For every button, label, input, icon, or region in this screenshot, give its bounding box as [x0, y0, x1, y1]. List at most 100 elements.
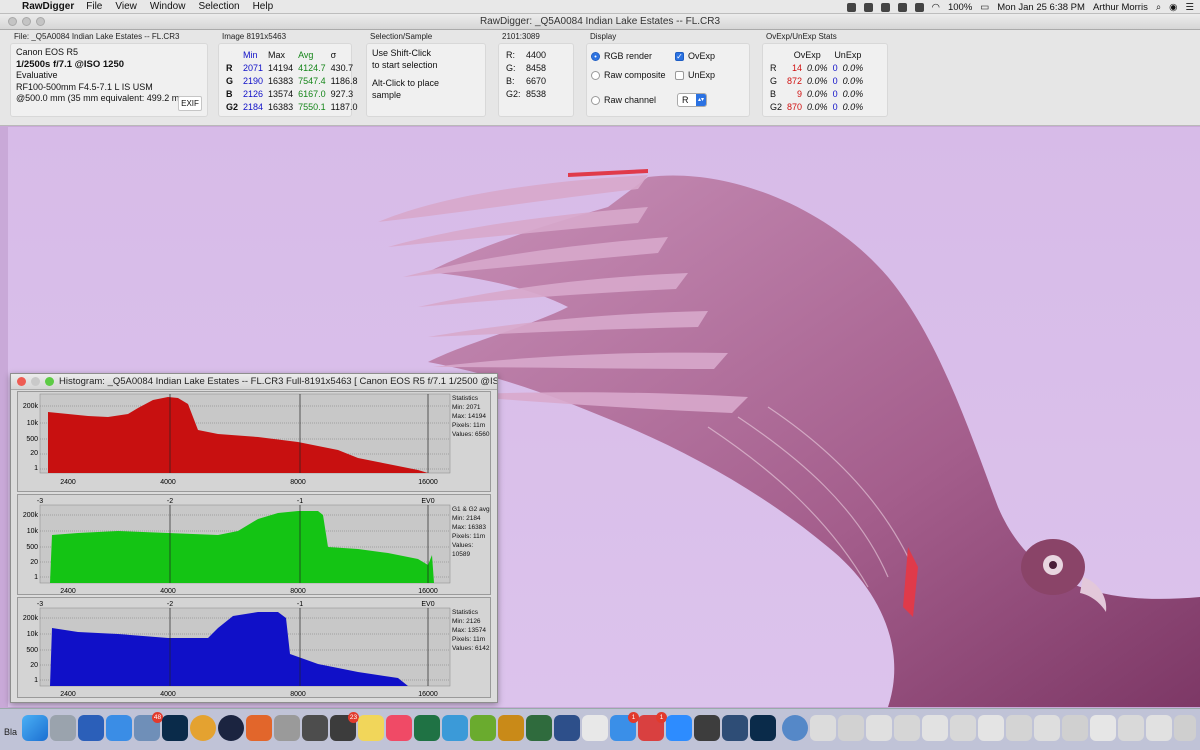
- exif-button[interactable]: EXIF: [178, 96, 202, 111]
- display-group: Display RGB render Raw composite Raw cha…: [586, 30, 750, 117]
- notification-center-icon[interactable]: ☰: [1185, 2, 1194, 13]
- histogram-red-stats: Statistics Min: 2071 Max: 14194 Pixels: …: [452, 395, 490, 438]
- music-icon[interactable]: [386, 715, 412, 741]
- radio-icon[interactable]: [591, 96, 600, 106]
- tray-icon-2[interactable]: [863, 2, 873, 12]
- histogram-green-svg: -3 -2 -1 EV0 200k 10k 500 20 1 2400 4000…: [23, 498, 451, 595]
- raw-channel-radio[interactable]: Raw channel: [591, 95, 656, 107]
- display-box: RGB render Raw composite Raw channel ✓ Ov…: [586, 43, 750, 117]
- menu-window[interactable]: Window: [150, 1, 186, 12]
- app-icon[interactable]: [554, 715, 580, 741]
- photoshop-icon[interactable]: [162, 715, 188, 741]
- window-thumbnail[interactable]: [922, 715, 948, 741]
- menu-app-name[interactable]: RawDigger: [22, 1, 74, 12]
- menu-help[interactable]: Help: [253, 1, 274, 12]
- minimize-histogram-icon[interactable]: [31, 377, 40, 386]
- excel-icon[interactable]: [414, 715, 440, 741]
- chevron-updown-icon: ▴▾: [696, 94, 706, 106]
- unexp-checkbox[interactable]: UnExp: [675, 70, 715, 82]
- ovexp-stats-group: OvExp/UnExp Stats OvExp UnExp R 14 0.0% 0 0.…: [762, 30, 888, 117]
- notes-icon[interactable]: [358, 715, 384, 741]
- trash-icon[interactable]: [1174, 715, 1196, 741]
- window-thumbnail[interactable]: [1034, 715, 1060, 741]
- app-icon[interactable]: [442, 715, 468, 741]
- app-icon[interactable]: [498, 715, 524, 741]
- minimize-window-icon[interactable]: [22, 17, 31, 26]
- zoom-window-icon[interactable]: [36, 17, 45, 26]
- app-icon[interactable]: [526, 715, 552, 741]
- zoom-app-icon[interactable]: [666, 715, 692, 741]
- ovexp-stats-box: OvExp UnExp R 14 0.0% 0 0.0% G 872 0.0% 0 0.0% B…: [762, 43, 888, 117]
- wifi-icon[interactable]: ◠: [932, 2, 940, 13]
- zoom-histogram-icon[interactable]: [45, 377, 54, 386]
- window-thumbnail[interactable]: [1006, 715, 1032, 741]
- app-store-icon[interactable]: 1: [610, 712, 639, 741]
- ovexp-checkbox[interactable]: ✓ OvExp: [675, 51, 715, 63]
- selection-hint: Use Shift-Click: [372, 48, 432, 58]
- photoshop-icon[interactable]: [750, 715, 776, 741]
- window-thumbnail[interactable]: [1118, 715, 1144, 741]
- y-tick: 200k: [23, 512, 39, 519]
- table-row: R 14 0.0% 0 0.0%: [770, 63, 864, 73]
- rgb-render-radio[interactable]: RGB render: [591, 51, 652, 63]
- window-thumbnail[interactable]: [894, 715, 920, 741]
- histogram-red-pane: 200k 10k 500 20 1 2400 4000 8000 16000 S…: [17, 391, 491, 492]
- camera-app-icon[interactable]: [694, 715, 720, 741]
- finder-icon[interactable]: [22, 715, 48, 741]
- window-thumbnail[interactable]: [810, 715, 836, 741]
- menu-selection[interactable]: Selection: [198, 1, 239, 12]
- table-row: G: 8458: [506, 63, 547, 73]
- ev-tick: -2: [167, 601, 173, 608]
- x-tick: 4000: [160, 691, 176, 698]
- close-histogram-icon[interactable]: [17, 377, 26, 386]
- histogram-title-bar[interactable]: Histogram: _Q5A0084 Indian Lake Estates …: [11, 374, 497, 390]
- user-name[interactable]: Arthur Morris: [1093, 2, 1148, 13]
- camera-app-icon[interactable]: 23: [330, 712, 359, 741]
- checkbox-icon[interactable]: [675, 71, 684, 81]
- coord-group-title: 2101:3089: [502, 32, 540, 41]
- app-icon[interactable]: [582, 715, 608, 741]
- siri-icon[interactable]: ◉: [1169, 2, 1177, 13]
- channel-select[interactable]: R ▴▾: [677, 93, 707, 107]
- checkmark-icon[interactable]: ✓: [675, 52, 684, 62]
- x-tick: 8000: [290, 479, 306, 486]
- window-thumbnail[interactable]: [978, 715, 1004, 741]
- image-stats-table: Min Max Avg σ R 2071 14194 4124.7 430.7 …: [224, 48, 362, 115]
- close-window-icon[interactable]: [8, 17, 17, 26]
- tray-icon-3[interactable]: [880, 2, 890, 12]
- window-thumbnail[interactable]: [866, 715, 892, 741]
- tray-icon-1[interactable]: [846, 2, 856, 12]
- spotlight-search-icon[interactable]: ⌕: [1156, 2, 1161, 13]
- app-icon[interactable]: [722, 715, 748, 741]
- window-thumbnail[interactable]: [1090, 715, 1116, 741]
- app-icon[interactable]: [470, 715, 496, 741]
- tray-icon-5[interactable]: [914, 2, 924, 12]
- word-icon[interactable]: [78, 715, 104, 741]
- radio-icon[interactable]: [591, 71, 600, 81]
- menu-file[interactable]: File: [86, 1, 102, 12]
- camera-app-icon[interactable]: [302, 715, 328, 741]
- menu-view[interactable]: View: [115, 1, 137, 12]
- battery-percent[interactable]: 100%: [948, 2, 972, 13]
- window-thumbnail[interactable]: [1146, 715, 1172, 741]
- launchpad-icon[interactable]: [50, 715, 76, 741]
- app-icon[interactable]: [274, 715, 300, 741]
- tray-icon-4[interactable]: [897, 2, 907, 12]
- app-icon[interactable]: 1: [638, 712, 667, 741]
- mail-icon[interactable]: 48: [134, 712, 163, 741]
- y-tick: 1: [34, 677, 38, 684]
- raw-composite-radio[interactable]: Raw composite: [591, 70, 666, 82]
- radio-icon[interactable]: [591, 52, 600, 62]
- window-thumbnail[interactable]: [1062, 715, 1088, 741]
- ev-tick: -3: [37, 601, 43, 608]
- app-icon[interactable]: [782, 715, 808, 741]
- window-thumbnail[interactable]: [838, 715, 864, 741]
- app-icon[interactable]: [246, 715, 272, 741]
- window-thumbnail[interactable]: [950, 715, 976, 741]
- 1password-icon[interactable]: [218, 715, 244, 741]
- app-icon[interactable]: [190, 715, 216, 741]
- clock[interactable]: Mon Jan 25 6:38 PM: [997, 2, 1085, 13]
- histogram-window[interactable]: Histogram: _Q5A0084 Indian Lake Estates …: [10, 373, 498, 703]
- battery-icon: ▭: [980, 1, 990, 13]
- safari-icon[interactable]: [106, 715, 132, 741]
